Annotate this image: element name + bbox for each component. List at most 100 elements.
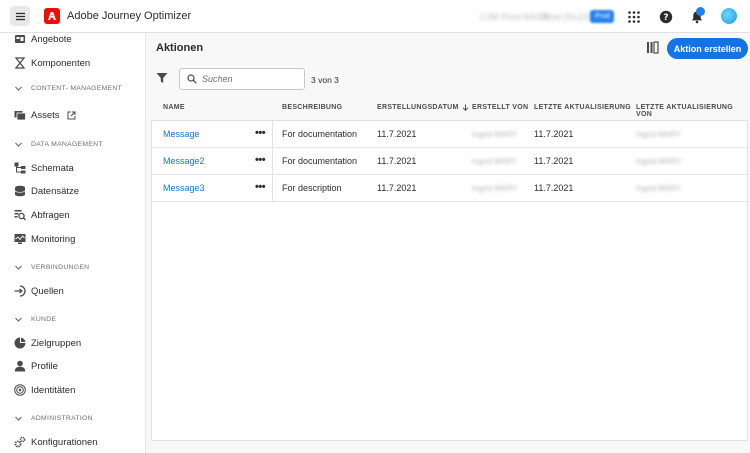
chevron-down-icon [15,265,22,270]
created-date-cell: 11.7.2021 [377,129,417,139]
description-cell: For description [282,183,342,193]
updated-by-cell: Ingrid MARY [636,157,682,166]
updated-date-cell: 11.7.2021 [534,129,574,139]
created-date-cell: 11.7.2021 [377,156,417,166]
column-header-updated-by[interactable]: LETZTE AKTUALISIERUNG VON [636,104,750,118]
top-bar: Adobe Journey Optimizer CJM Prod NA/DX P… [0,0,750,33]
app-title: Adobe Journey Optimizer [67,10,192,22]
sidebar-item-komponenten[interactable]: Komponenten [14,55,90,71]
components-icon [14,57,26,69]
column-header-label: ERSTELLT VON [472,104,529,111]
queries-icon [14,210,26,221]
sidebar-section-label: ADMINISTRATION [31,415,93,422]
sidebar-item-konfigurationen[interactable]: Konfigurationen [14,434,98,450]
column-header-created-by[interactable]: ERSTELLT VON [472,104,528,111]
search-input[interactable] [202,74,302,84]
column-header-label: BESCHREIBUNG [282,104,343,111]
column-header-label: ERSTELLUNGSDATUM [377,104,459,111]
sidebar-item-monitoring[interactable]: Monitoring [14,231,75,247]
sandbox-switcher[interactable]: Prod (NLD2) [542,12,593,22]
sidebar-item-profile[interactable]: Profile [14,358,58,374]
datasets-icon [14,185,26,197]
filter-icon[interactable] [156,72,168,84]
more-actions-button[interactable]: ••• [255,154,266,166]
sidebar-section-verbindungen[interactable]: VERBINDUNGEN [14,263,89,272]
hamburger-menu-button[interactable] [10,6,30,26]
panel-toggle-icon[interactable] [646,41,659,54]
schema-icon [14,162,26,174]
search-field[interactable] [179,68,305,90]
action-name-link[interactable]: Message [163,129,200,139]
sidebar-item-datensaetze[interactable]: Datensätze [14,183,79,199]
sidebar-item-label: Datensätze [31,185,80,197]
sidebar-item-quellen[interactable]: Quellen [14,283,64,299]
grid-icon [627,10,640,23]
column-header-updated[interactable]: LETZTE AKTUALISIERUNG [534,104,631,111]
more-actions-button[interactable]: ••• [255,127,266,139]
create-action-button[interactable]: Aktion erstellen [667,38,748,59]
sandbox-badge: Prod [590,10,614,23]
app-switcher-button[interactable] [626,9,641,24]
sidebar-section-label: DATA MANAGEMENT [31,141,103,148]
action-name-link[interactable]: Message3 [163,183,205,193]
action-name-link[interactable]: Message2 [163,156,205,166]
monitoring-icon [14,234,26,244]
sidebar-item-identitaeten[interactable]: Identitäten [14,382,75,398]
external-link-icon [67,111,76,119]
column-header-label: LETZTE AKTUALISIERUNG VON [636,104,734,118]
notification-badge [696,7,705,16]
sidebar-section-administration[interactable]: ADMINISTRATION [14,414,93,423]
help-icon: ? [659,10,672,23]
sidebar-item-zielgruppen[interactable]: Zielgruppen [14,335,81,351]
sources-icon [14,285,26,297]
sidebar-item-assets[interactable]: Assets [14,107,76,123]
help-button[interactable]: ? [658,9,673,24]
sidebar-section-kunde[interactable]: KUNDE [14,315,56,324]
user-avatar[interactable] [721,8,737,24]
column-header-description[interactable]: BESCHREIBUNG [282,104,342,111]
more-actions-button[interactable]: ••• [255,181,266,193]
description-cell: For documentation [282,129,358,139]
column-header-label: NAME [163,104,185,111]
sidebar-section-label: KUNDE [31,316,57,323]
hamburger-icon [15,12,25,20]
chevron-down-icon [15,86,22,91]
sidebar-section-data-management[interactable]: DATA MANAGEMENT [14,140,103,149]
description-cell: For documentation [282,156,358,166]
sandbox-badge-label: Prod [595,13,610,20]
search-icon [187,74,197,84]
segments-icon [14,337,26,349]
sidebar-item-label: Abfragen [31,209,70,221]
sort-arrow-down-icon [462,104,469,111]
sidebar-item-label: Komponenten [31,57,91,69]
sidebar-item-schemata[interactable]: Schemata [14,160,74,176]
column-header-created[interactable]: ERSTELLUNGSDATUM [377,104,469,111]
sidebar-item-label: Quellen [31,285,64,297]
offers-icon [15,35,25,43]
sidebar-item-label: Zielgruppen [31,337,82,349]
table-row[interactable]: Message2 ••• For documentation 11.7.2021… [152,148,747,175]
sidebar-section-label: VERBINDUNGEN [31,264,90,271]
adobe-logo-icon [48,12,56,20]
adobe-logo[interactable] [44,8,60,24]
chevron-down-icon [15,317,22,322]
created-date-cell: 11.7.2021 [377,183,417,193]
column-header-name[interactable]: NAME [163,104,185,111]
sidebar-section-content-management[interactable]: CONTENT- MANAGEMENT [14,84,122,93]
sidebar-item-label: Assets [31,109,60,121]
sidebar-item-angebote[interactable]: Angebote [14,33,72,47]
result-count: 3 von 3 [311,75,339,85]
sidebar-item-label: Schemata [31,162,74,174]
table-row[interactable]: Message ••• For documentation 11.7.2021 … [152,121,747,148]
created-by-cell: Ingrid MARY [472,157,518,166]
created-by-cell: Ingrid MARY [472,130,518,139]
updated-date-cell: 11.7.2021 [534,183,574,193]
created-by-cell: Ingrid MARY [472,184,518,193]
updated-by-cell: Ingrid MARY [636,130,682,139]
table-row[interactable]: Message3 ••• For description 11.7.2021 I… [152,175,747,202]
org-switcher[interactable]: CJM Prod NA/DX [480,12,550,22]
updated-by-cell: Ingrid MARY [636,184,682,193]
sidebar-item-abfragen[interactable]: Abfragen [14,207,70,223]
page-title: Aktionen [156,42,204,54]
sidebar-item-label: Monitoring [31,233,76,245]
